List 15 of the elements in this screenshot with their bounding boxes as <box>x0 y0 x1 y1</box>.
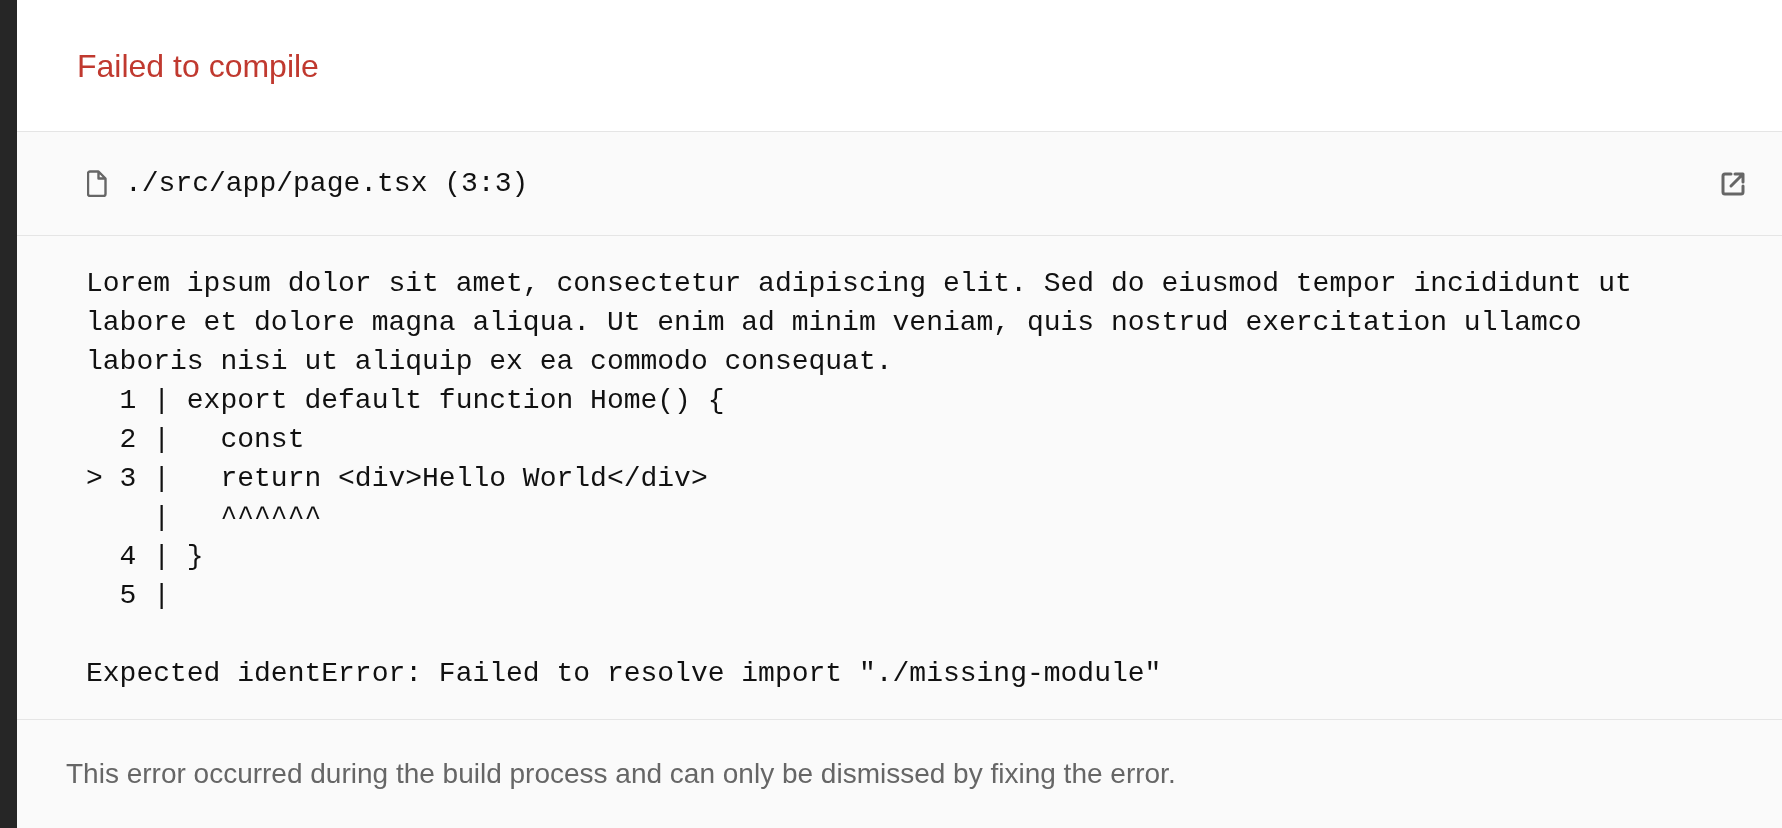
error-detail: Expected identError: Failed to resolve import "./missing-module" <box>86 657 1163 691</box>
error-title: Failed to compile <box>77 46 319 86</box>
code-line: 1 | export default function Home() { <box>118 384 726 418</box>
file-path: ./src/app/page.tsx (3:3) <box>125 166 529 201</box>
error-message-line: labore et dolore magna aliqua. Ut enim ad minim veniam, quis nostrud exercitation ullamco <box>86 306 1583 340</box>
code-line: 5 | <box>118 579 171 613</box>
code-line: | ^^^^^^ <box>152 501 323 535</box>
error-message-line: Lorem ipsum dolor sit amet, consectetur adipiscing elit. Sed do eiusmod tempor incididunt ut <box>86 267 1633 301</box>
file-icon <box>87 170 107 197</box>
code-line: > 3 | return <div>Hello World</div> <box>86 462 709 496</box>
error-message-line: laboris nisi ut aliquip ex ea commodo consequat. <box>86 345 894 379</box>
code-line: 2 | const <box>118 423 306 457</box>
code-line: 4 | } <box>118 540 205 574</box>
footer-note: This error occurred during the build process and can only be dismissed by fixing the error. <box>66 757 1176 791</box>
open-external-icon[interactable] <box>1720 170 1746 197</box>
